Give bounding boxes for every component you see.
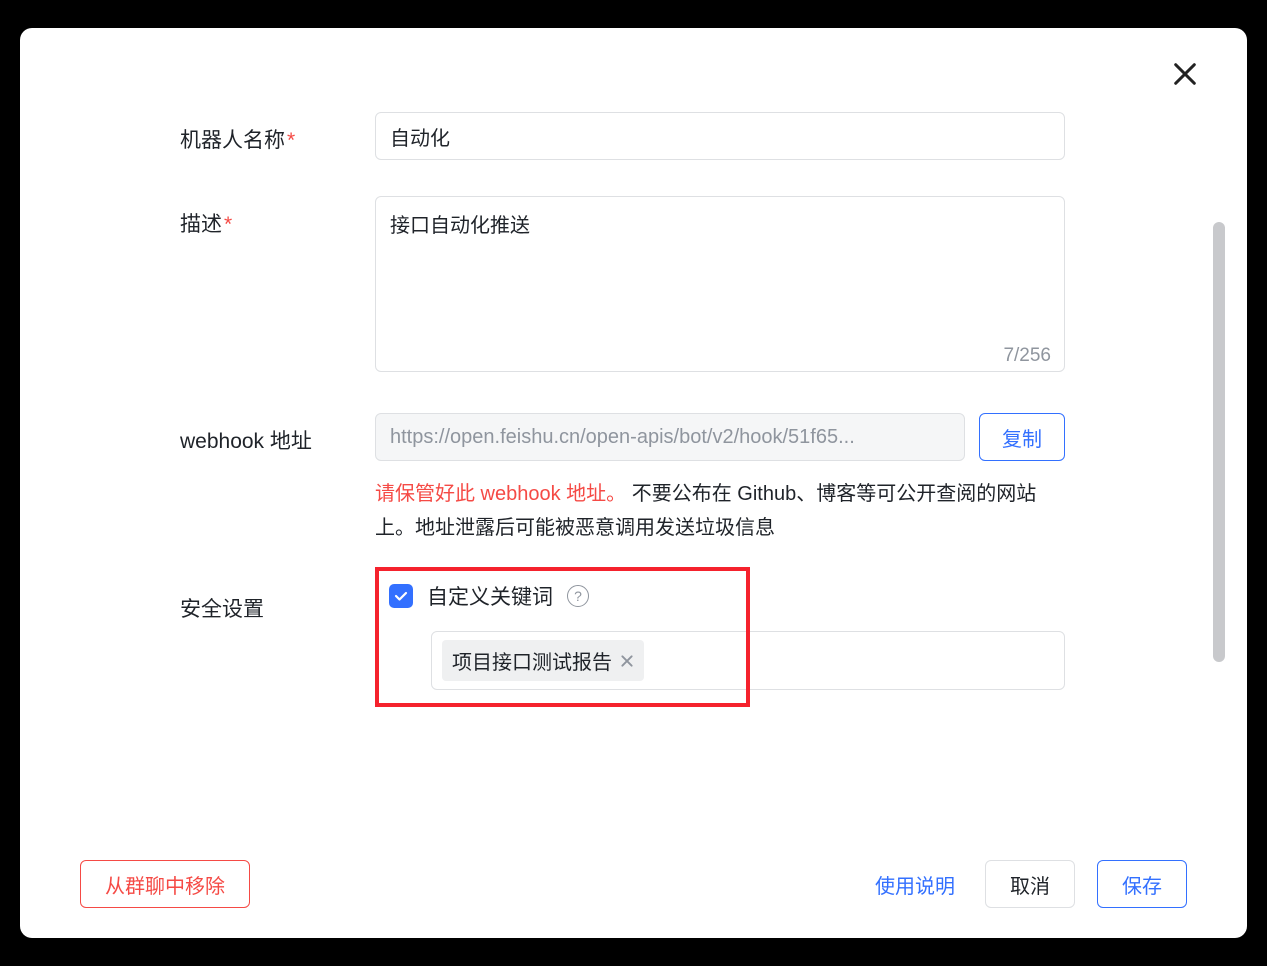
custom-keyword-label: 自定义关键词 — [427, 581, 553, 611]
field-description: 7/256 — [375, 196, 1065, 377]
keyword-tag-text: 项目接口测试报告 — [452, 646, 612, 675]
cancel-button[interactable]: 取消 — [985, 860, 1075, 908]
keyword-tag-remove[interactable] — [620, 654, 634, 668]
row-description: 描述* 7/256 — [180, 196, 1187, 377]
webhook-warning: 请保管好此 webhook 地址。 不要公布在 Github、博客等可公开查阅的… — [375, 477, 1065, 545]
label-bot-name: 机器人名称* — [180, 112, 375, 154]
required-mark: * — [224, 213, 232, 236]
keyword-tag: 项目接口测试报告 — [442, 640, 644, 681]
label-webhook: webhook 地址 — [180, 413, 375, 455]
keyword-tag-container[interactable]: 项目接口测试报告 — [431, 631, 1065, 690]
row-webhook: webhook 地址 复制 请保管好此 webhook 地址。 不要公布在 Gi… — [180, 413, 1187, 545]
x-icon — [620, 654, 634, 668]
bot-name-input[interactable] — [375, 112, 1065, 160]
custom-keyword-checkbox[interactable] — [389, 584, 413, 608]
webhook-row: 复制 — [375, 413, 1065, 461]
settings-modal: 机器人名称* 描述* 7/256 webhook 地址 复制 — [20, 28, 1247, 938]
field-security: 自定义关键词 ? 项目接口测试报告 — [375, 581, 1065, 690]
help-icon[interactable]: ? — [567, 585, 589, 607]
label-description-text: 描述 — [180, 213, 222, 236]
description-textarea[interactable] — [375, 196, 1065, 372]
label-bot-name-text: 机器人名称 — [180, 129, 285, 152]
footer-right: 使用说明 取消 保存 — [867, 860, 1187, 908]
check-icon — [393, 588, 409, 604]
field-webhook: 复制 请保管好此 webhook 地址。 不要公布在 Github、博客等可公开… — [375, 413, 1065, 545]
webhook-warning-red: 请保管好此 webhook 地址。 — [375, 483, 626, 505]
close-button[interactable] — [1167, 56, 1203, 92]
modal-footer: 从群聊中移除 使用说明 取消 保存 — [20, 840, 1247, 938]
close-icon — [1171, 60, 1199, 88]
header-row — [20, 28, 1247, 92]
copy-button[interactable]: 复制 — [979, 413, 1065, 461]
footer-left: 从群聊中移除 — [80, 860, 250, 908]
save-button[interactable]: 保存 — [1097, 860, 1187, 908]
required-mark: * — [287, 129, 295, 152]
field-bot-name — [375, 112, 1065, 160]
description-counter: 7/256 — [1003, 345, 1051, 367]
custom-keyword-option: 自定义关键词 ? — [389, 581, 1065, 611]
form-area: 机器人名称* 描述* 7/256 webhook 地址 复制 — [20, 92, 1247, 840]
scrollbar[interactable] — [1213, 222, 1225, 662]
row-security: 安全设置 自定义关键词 ? 项目接口测试报告 — [180, 581, 1187, 690]
row-bot-name: 机器人名称* — [180, 112, 1187, 160]
remove-from-group-button[interactable]: 从群聊中移除 — [80, 860, 250, 908]
label-security: 安全设置 — [180, 581, 375, 623]
webhook-url-input[interactable] — [375, 413, 965, 461]
label-description: 描述* — [180, 196, 375, 238]
usage-link[interactable]: 使用说明 — [867, 860, 963, 908]
